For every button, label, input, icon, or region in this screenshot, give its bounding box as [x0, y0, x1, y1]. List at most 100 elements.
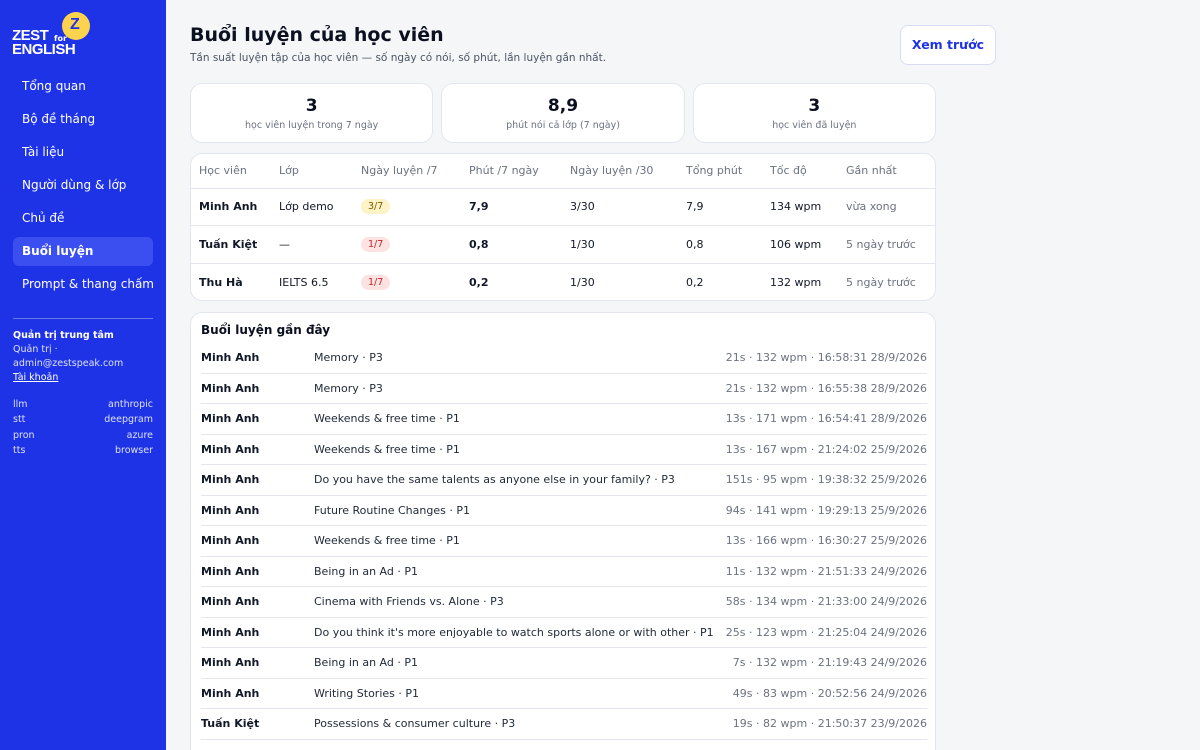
cell-speed: 132 wpm [770, 275, 822, 289]
column-header[interactable]: Ngày luyện /30 [562, 154, 678, 189]
session-topic: Possessions & consumer culture · P3 [314, 717, 516, 730]
session-student: Minh Anh [201, 442, 260, 456]
session-topic: Memory · P3 [314, 381, 383, 395]
session-topic: Weekends & free time · P1 [314, 442, 460, 456]
preview-button[interactable]: Xem trước [900, 25, 996, 65]
account-role: Quản trị · [13, 344, 58, 355]
list-item[interactable]: Minh Anh Writing Stories · P1 49s · 83 wpm… [201, 679, 927, 709]
session-meta: 58s · 134 wpm · 21:33:00 24/9/2026 [725, 595, 927, 608]
session-student: Minh Anh [201, 564, 260, 578]
stats-row: 3 học viên luyện trong 7 ngày 8,9 phút n… [190, 83, 936, 143]
session-topic: Writing Stories · P1 [314, 686, 420, 700]
session-meta: 151s · 95 wpm · 19:38:32 25/9/2026 [725, 473, 927, 486]
session-topic: Cinema with Friends vs. Alone · P3 [314, 595, 504, 608]
cell-days7: 1/7 [353, 225, 461, 264]
cell-student: Minh Anh [191, 188, 271, 226]
session-topic: Being in an Ad · P1 [314, 656, 418, 669]
session-topic: Being in an Ad · P1 [314, 564, 418, 578]
session-meta: 13s · 167 wpm · 21:24:02 25/9/2026 [725, 442, 927, 456]
session-meta: 25s · 123 wpm · 21:25:04 24/9/2026 [725, 625, 927, 639]
sidebar-item-sessions[interactable]: Buổi luyện [13, 237, 153, 266]
session-topic: Memory · P3 [314, 351, 383, 364]
session-student: Minh Anh [201, 686, 260, 700]
column-header[interactable]: Lớp [271, 154, 353, 189]
list-item[interactable]: Minh Anh Cinema with Friends vs. Alone · … [201, 587, 927, 618]
session-student: Minh Anh [201, 473, 260, 486]
list-item[interactable]: Minh Anh Memory · P3 21s · 132 wpm · 16:58… [201, 343, 927, 374]
session-topic: Do you have the same talents as anyone e… [314, 473, 675, 486]
recent-sessions-title: Buổi luyện gần đây [201, 323, 331, 337]
cell-last: vừa xong [838, 188, 935, 226]
sidebar: Z ZEST for ENGLISH Tổng quan Bộ đề tháng… [0, 0, 166, 750]
list-item[interactable]: Minh Anh Do you have the same talents as … [201, 465, 927, 496]
cell-days30: 1/30 [570, 275, 595, 289]
days7-badge: 1/7 [361, 236, 391, 252]
session-meta: 94s · 141 wpm · 19:29:13 25/9/2026 [725, 503, 927, 517]
session-student: Minh Anh [201, 534, 260, 547]
table-row[interactable]: Thu Hà IELTS 6.5 1/7 0,2 1/30 0,2 132 wp… [191, 263, 935, 300]
column-header[interactable]: Phút /7 ngày [461, 154, 562, 189]
stat-value: 3 [808, 96, 821, 116]
list-item[interactable]: Minh Anh Do you think it's more enjoyable… [201, 618, 927, 648]
session-topic: Do you think it's more enjoyable to watc… [314, 625, 714, 639]
list-item[interactable]: Minh Anh Being in an Ad · P1 11s · 132 wpm… [201, 557, 927, 587]
cell-student: Thu Hà [199, 275, 243, 289]
account-panel: Quản trị trung tâm Quản trị · admin@zest… [13, 329, 155, 385]
cell-class: Lớp demo [271, 188, 353, 226]
sidebar-item-overview[interactable]: Tổng quan [13, 72, 153, 101]
list-item[interactable]: Minh Anh Weekends & free time · P1 13s · 1… [201, 526, 927, 557]
column-header[interactable]: Học viên [191, 154, 271, 189]
session-meta: 11s · 132 wpm · 21:51:33 24/9/2026 [725, 564, 927, 578]
stat-label: học viên luyện trong 7 ngày [245, 120, 379, 131]
session-meta: 21s · 132 wpm · 16:58:31 28/9/2026 [725, 351, 927, 364]
list-item[interactable]: Minh Anh Being in an Ad · P1 7s · 132 wpm … [201, 648, 927, 679]
session-meta: 13s · 171 wpm · 16:54:41 28/9/2026 [725, 412, 927, 425]
list-item[interactable]: Minh Anh Weekends & free time · P1 13s · 1… [201, 404, 927, 435]
table-row[interactable]: Minh Anh Lớp demo 3/7 7,9 3/30 7,9 134 w… [191, 188, 935, 226]
students-table: Học viên Lớp Ngày luyện /7 Phút /7 ngày … [191, 154, 935, 300]
cell-last: 5 ngày trước [838, 225, 935, 264]
cell-speed: 106 wpm [762, 225, 838, 264]
sidebar-item-materials[interactable]: Tài liệu [13, 138, 153, 167]
list-item[interactable]: Minh Anh Weekends & free time · P1 13s · 1… [201, 435, 927, 465]
session-meta: 49s · 83 wpm · 20:52:56 24/9/2026 [732, 686, 927, 700]
cell-speed: 134 wpm [762, 188, 838, 226]
students-table-card: Học viên Lớp Ngày luyện /7 Phút /7 ngày … [190, 153, 936, 301]
session-meta: 19s · 82 wpm · 21:50:37 23/9/2026 [732, 717, 927, 730]
provider-row: pron azure [13, 429, 153, 441]
provider-row: llm anthropic [13, 399, 153, 410]
list-item[interactable]: Minh Anh Future Routine Changes · P1 94s ·… [201, 496, 927, 526]
column-header[interactable]: Tổng phút [678, 154, 762, 189]
account-link[interactable]: Tài khoản [13, 371, 155, 385]
cell-total: 7,9 [678, 188, 762, 226]
sidebar-item-prompt-rubric[interactable]: Prompt & thang chấm [13, 270, 154, 299]
cell-class: IELTS 6.5 [279, 275, 329, 289]
main-content: Buổi luyện của học viên Tần suất luyện t… [190, 0, 996, 750]
column-header[interactable]: Ngày luyện /7 [353, 154, 461, 189]
account-title: Quản trị trung tâm [13, 330, 114, 341]
provider-row: tts browser [13, 444, 153, 456]
sidebar-item-users-classes[interactable]: Người dùng & lớp [13, 171, 153, 200]
session-student: Tuấn Kiệt [201, 717, 260, 730]
logo-word-english: ENGLISH [12, 41, 76, 58]
sidebar-item-topics[interactable]: Chủ đề [13, 204, 153, 233]
column-header[interactable]: Tốc độ [762, 154, 838, 189]
session-student: Minh Anh [201, 381, 260, 395]
sidebar-item-monthly-sets[interactable]: Bộ đề tháng [13, 105, 153, 134]
list-item[interactable]: Tuấn Kiệt Possessions & consumer culture … [201, 709, 927, 740]
list-item[interactable]: Minh Anh Memory · P3 21s · 132 wpm · 16:55… [201, 374, 927, 404]
recent-sessions-list: Minh Anh Memory · P3 21s · 132 wpm · 16:58… [201, 343, 927, 740]
table-header-row: Học viên Lớp Ngày luyện /7 Phút /7 ngày … [191, 154, 935, 189]
column-header[interactable]: Gần nhất [838, 154, 935, 189]
table-row[interactable]: Tuấn Kiệt — 1/7 0,8 1/30 0,8 106 wpm 5 n… [191, 225, 935, 264]
cell-min7: 0,8 [461, 225, 562, 264]
session-meta: 21s · 132 wpm · 16:55:38 28/9/2026 [725, 381, 927, 395]
page-title: Buổi luyện của học viên [190, 24, 444, 46]
brand-logo[interactable]: Z ZEST for ENGLISH [12, 12, 92, 58]
recent-sessions-card: Buổi luyện gần đây Minh Anh Memory · P3 21… [190, 312, 936, 750]
cell-days30: 1/30 [562, 225, 678, 264]
stat-card: 8,9 phút nói cả lớp (7 ngày) [441, 83, 685, 143]
provider-row: stt deepgram [13, 414, 153, 426]
session-student: Minh Anh [201, 595, 260, 608]
session-meta: 13s · 166 wpm · 16:30:27 25/9/2026 [725, 534, 927, 547]
